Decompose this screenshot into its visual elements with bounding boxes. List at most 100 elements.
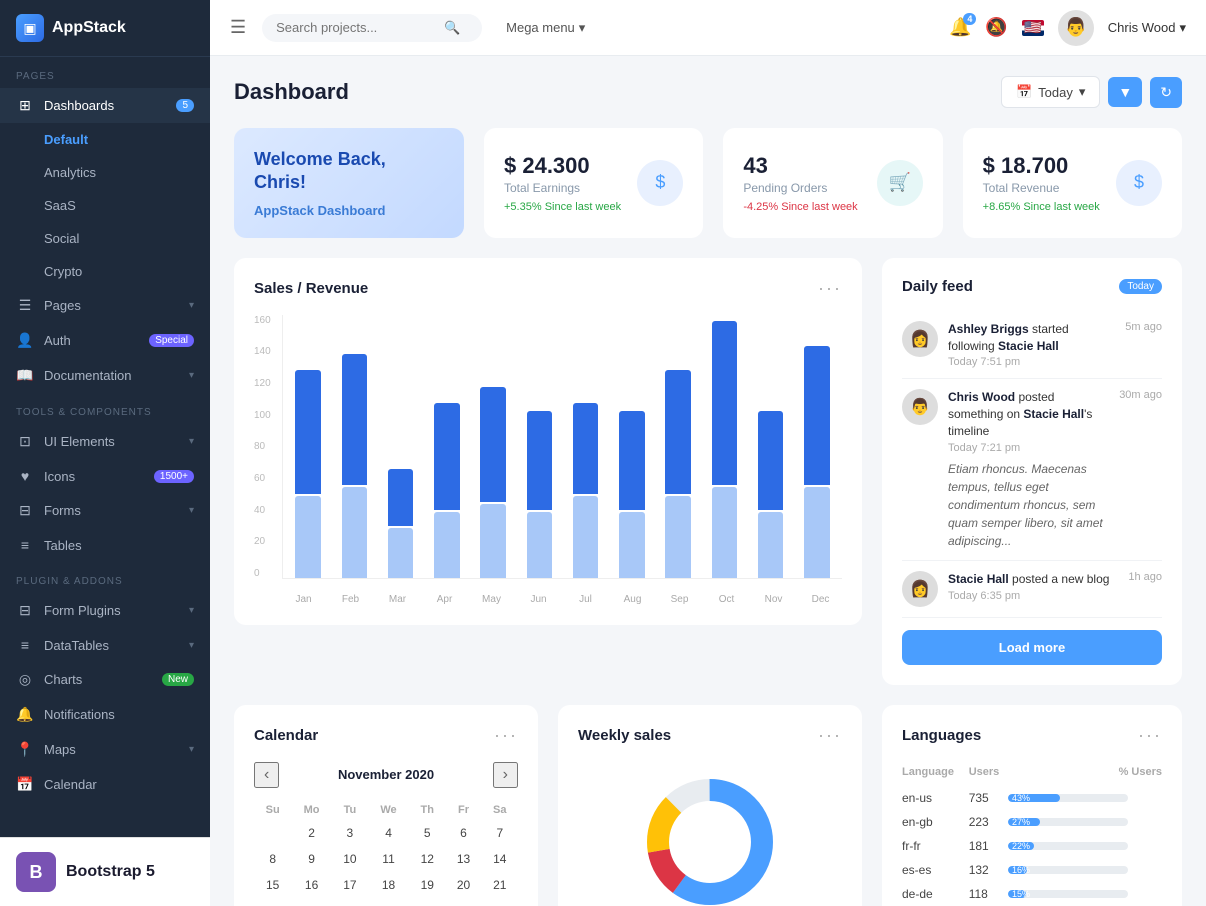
sidebar-item-label: Crypto xyxy=(44,264,82,279)
feed-time: Today 6:35 pm xyxy=(948,590,1118,602)
sidebar-item-documentation[interactable]: 📖 Documentation ▾ xyxy=(0,358,210,393)
refresh-button[interactable]: ↻ xyxy=(1150,77,1182,108)
sidebar-item-datatables[interactable]: ≡ DataTables ▾ xyxy=(0,628,210,662)
username-display[interactable]: Chris Wood ▾ xyxy=(1108,20,1186,36)
sidebar-item-label: Analytics xyxy=(44,165,96,180)
weekly-more-btn[interactable]: ··· xyxy=(818,725,842,746)
lang-header-pct: % Users xyxy=(1008,762,1162,786)
sidebar-item-ui-elements[interactable]: ⊡ UI Elements ▾ xyxy=(0,424,210,459)
feed-content: Chris Wood posted something on Stacie Ha… xyxy=(948,389,1109,549)
donut-svg xyxy=(630,772,790,906)
cal-day[interactable]: 9 xyxy=(291,846,331,872)
avatar[interactable]: 👨 xyxy=(1058,10,1094,46)
sidebar-item-charts[interactable]: ◎ Charts New xyxy=(0,662,210,697)
bootstrap-text: Bootstrap 5 xyxy=(66,863,155,881)
cal-day[interactable]: 5 xyxy=(409,820,445,846)
calendar-more-btn[interactable]: ··· xyxy=(494,725,518,746)
stat-card-revenue: $ 18.700 Total Revenue +8.65% Since last… xyxy=(963,128,1182,238)
sidebar-section-tools: Tools & Components ⊡ UI Elements ▾ ♥ Ico… xyxy=(0,393,210,562)
language-flag[interactable]: 🇺🇸 xyxy=(1022,20,1044,36)
stat-info-orders: 43 Pending Orders -4.25% Since last week xyxy=(743,153,857,213)
cal-day[interactable]: 7 xyxy=(482,820,518,846)
cal-day[interactable]: 4 xyxy=(368,820,409,846)
search-input[interactable] xyxy=(276,20,436,35)
languages-table: Language Users % Users en-us 735 43% xyxy=(902,762,1162,906)
sidebar-item-calendar[interactable]: 📅 Calendar xyxy=(0,767,210,802)
content-area: Dashboard 📅 Today ▾ ▼ ↻ Welcome Back,Chr… xyxy=(210,56,1206,906)
alert-btn[interactable]: 🔕 xyxy=(985,17,1007,38)
calendar-month: November 2020 xyxy=(338,767,434,782)
cal-day[interactable]: 8 xyxy=(254,846,291,872)
middle-section: Sales / Revenue ··· 0 20 40 60 80 100 12… xyxy=(234,258,1182,685)
calendar-prev-btn[interactable]: ‹ xyxy=(254,762,279,788)
cal-day[interactable]: 2 xyxy=(291,820,331,846)
cal-day[interactable]: 10 xyxy=(332,846,368,872)
ui-icon: ⊡ xyxy=(16,433,34,450)
daily-feed-section: Daily feed Today 👩 Ashley Briggs started… xyxy=(882,258,1182,685)
calendar-next-btn[interactable]: › xyxy=(493,762,518,788)
menu-toggle-icon[interactable]: ☰ xyxy=(230,17,246,38)
sidebar-item-form-plugins[interactable]: ⊟ Form Plugins ▾ xyxy=(0,593,210,628)
stat-info-earnings: $ 24.300 Total Earnings +5.35% Since las… xyxy=(504,153,621,213)
sidebar-item-auth[interactable]: 👤 Auth Special xyxy=(0,323,210,358)
sidebar-item-icons[interactable]: ♥ Icons 1500+ xyxy=(0,459,210,493)
chart-x-label: Nov xyxy=(752,592,795,605)
cal-day[interactable]: 12 xyxy=(409,846,445,872)
feed-item-chris: 👨 Chris Wood posted something on Stacie … xyxy=(902,379,1162,560)
sidebar-item-notifications[interactable]: 🔔 Notifications xyxy=(0,697,210,732)
chart-bar-group xyxy=(611,315,653,578)
cal-day[interactable]: 3 xyxy=(332,820,368,846)
x-axis: JanFebMarAprMayJunJulAugSepOctNovDec xyxy=(282,592,842,605)
sidebar-logo[interactable]: ▣ AppStack xyxy=(0,0,210,57)
languages-header: Languages ··· xyxy=(902,725,1162,746)
feed-avatar: 👩 xyxy=(902,571,938,607)
sidebar-item-saas[interactable]: SaaS xyxy=(28,189,210,222)
cal-day today[interactable]: 13 xyxy=(445,846,481,872)
sidebar-item-pages[interactable]: ☰ Pages ▾ xyxy=(0,288,210,323)
sidebar-item-social[interactable]: Social xyxy=(28,222,210,255)
stat-label: Total Earnings xyxy=(504,181,621,195)
chart-bar-light xyxy=(573,496,598,578)
sidebar-label-pages: Pages xyxy=(0,57,210,88)
sidebar-item-label: Icons xyxy=(44,469,75,484)
cal-day[interactable]: 15 xyxy=(254,872,291,898)
lang-users: 223 xyxy=(969,810,1008,834)
search-box[interactable]: 🔍 xyxy=(262,14,482,42)
today-button[interactable]: 📅 Today ▾ xyxy=(1001,76,1100,108)
bootstrap-banner[interactable]: B Bootstrap 5 xyxy=(0,837,210,906)
sidebar-section-pages: Pages ⊞ Dashboards 5 Default Analytics S… xyxy=(0,57,210,393)
load-more-button[interactable]: Load more xyxy=(902,630,1162,665)
filter-button[interactable]: ▼ xyxy=(1108,77,1142,107)
notifications-btn[interactable]: 🔔 4 xyxy=(949,17,971,38)
cal-day[interactable]: 17 xyxy=(332,872,368,898)
sidebar-item-label: Notifications xyxy=(44,707,115,722)
cal-day[interactable]: 20 xyxy=(445,872,481,898)
mega-menu-btn[interactable]: Mega menu ▾ xyxy=(498,16,593,40)
sidebar-label-tools: Tools & Components xyxy=(0,393,210,424)
cal-day[interactable]: 16 xyxy=(291,872,331,898)
cal-day[interactable] xyxy=(254,820,291,846)
sidebar-item-crypto[interactable]: Crypto xyxy=(28,255,210,288)
cal-header-tu: Tu xyxy=(332,800,368,820)
languages-more-btn[interactable]: ··· xyxy=(1138,725,1162,746)
languages-title: Languages xyxy=(902,727,981,744)
cal-day[interactable]: 14 xyxy=(482,846,518,872)
sales-chart-card: Sales / Revenue ··· 0 20 40 60 80 100 12… xyxy=(234,258,862,625)
sidebar-item-maps[interactable]: 📍 Maps ▾ xyxy=(0,732,210,767)
chevron-down-icon: ▾ xyxy=(189,505,194,516)
cal-day[interactable]: 18 xyxy=(368,872,409,898)
sidebar-item-forms[interactable]: ⊟ Forms ▾ xyxy=(0,493,210,528)
sidebar-item-default[interactable]: Default xyxy=(28,123,210,156)
weekly-sales-card: Weekly sales ··· Source Reve xyxy=(558,705,862,906)
cal-day[interactable]: 6 xyxy=(445,820,481,846)
sidebar-item-tables[interactable]: ≡ Tables xyxy=(0,528,210,562)
cal-day[interactable]: 11 xyxy=(368,846,409,872)
chart-bar-dark xyxy=(434,403,459,510)
chart-more-btn[interactable]: ··· xyxy=(818,278,842,299)
cal-day[interactable]: 19 xyxy=(409,872,445,898)
stat-value: 43 xyxy=(743,153,857,179)
calendar-nav: ‹ November 2020 › xyxy=(254,762,518,788)
cal-day[interactable]: 21 xyxy=(482,872,518,898)
sidebar-item-analytics[interactable]: Analytics xyxy=(28,156,210,189)
sidebar-item-dashboards[interactable]: ⊞ Dashboards 5 xyxy=(0,88,210,123)
